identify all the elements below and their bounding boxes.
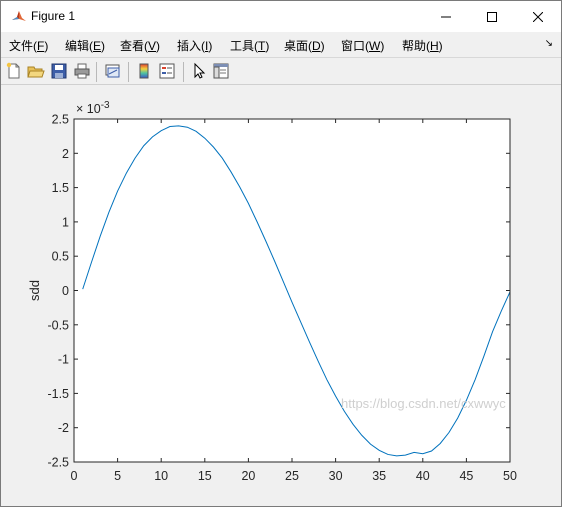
menu-help[interactable]: 帮助(H) bbox=[402, 37, 443, 54]
x-tick-label: 25 bbox=[285, 469, 299, 483]
figure-window: Figure 1 文件(F) 编辑(E) 查看(V) 插入(I) 工具(T) 桌… bbox=[0, 0, 562, 507]
link-plot-icon[interactable] bbox=[104, 62, 122, 80]
y-exponent-label: × 10-3 bbox=[76, 100, 110, 116]
new-figure-icon[interactable] bbox=[5, 62, 23, 80]
x-tick-label: 45 bbox=[459, 469, 473, 483]
toolbar bbox=[1, 57, 561, 85]
x-tick-label: 35 bbox=[372, 469, 386, 483]
print-icon[interactable] bbox=[73, 62, 91, 80]
x-tick-label: 5 bbox=[114, 469, 121, 483]
menu-desktop[interactable]: 桌面(D) bbox=[284, 37, 325, 54]
menu-bar: 文件(F) 编辑(E) 查看(V) 插入(I) 工具(T) 桌面(D) 窗口(W… bbox=[1, 32, 561, 57]
window-title: Figure 1 bbox=[31, 9, 76, 23]
y-tick-label: -0.5 bbox=[47, 318, 69, 332]
colorbar-icon[interactable] bbox=[135, 62, 153, 80]
x-tick-label: 30 bbox=[329, 469, 343, 483]
toolbar-separator bbox=[183, 62, 184, 82]
menu-edit[interactable]: 编辑(E) bbox=[65, 37, 105, 54]
menu-file[interactable]: 文件(F) bbox=[9, 37, 48, 54]
x-tick-label: 0 bbox=[71, 469, 78, 483]
x-tick-label: 40 bbox=[416, 469, 430, 483]
y-tick-label: 2 bbox=[62, 147, 69, 161]
save-icon[interactable] bbox=[50, 62, 68, 80]
menu-tools[interactable]: 工具(T) bbox=[230, 37, 269, 54]
y-tick-label: 0 bbox=[62, 284, 69, 298]
menu-window[interactable]: 窗口(W) bbox=[341, 37, 384, 54]
figure-canvas[interactable]: 0 5 10 15 20 25 30 35 40 45 50 2.5 2 1.5 1 0.5 0 -0.5 -1 -… bbox=[1, 86, 561, 506]
property-editor-icon[interactable] bbox=[212, 62, 230, 80]
open-icon[interactable] bbox=[27, 62, 45, 80]
title-bar[interactable]: Figure 1 bbox=[1, 1, 561, 32]
y-axis-label: sdd bbox=[27, 280, 42, 301]
matlab-logo-icon bbox=[11, 9, 27, 25]
close-button[interactable] bbox=[515, 1, 561, 32]
minimize-icon bbox=[441, 16, 451, 17]
y-tick-label: 0.5 bbox=[52, 250, 69, 264]
x-tick-label: 50 bbox=[503, 469, 517, 483]
legend-icon[interactable] bbox=[158, 62, 176, 80]
x-tick-label: 20 bbox=[241, 469, 255, 483]
menu-view[interactable]: 查看(V) bbox=[120, 37, 160, 54]
toolbar-separator bbox=[96, 62, 97, 82]
y-tick-label: 2.5 bbox=[52, 113, 69, 127]
maximize-icon bbox=[487, 11, 497, 22]
x-tick-label: 15 bbox=[198, 469, 212, 483]
watermark-text: https://blog.csdn.net/cxwwyc bbox=[341, 396, 506, 411]
menu-insert[interactable]: 插入(I) bbox=[177, 37, 212, 54]
y-tick-label: 1.5 bbox=[52, 181, 69, 195]
x-tick-labels: 0 5 10 15 20 25 30 35 40 45 50 bbox=[71, 469, 517, 483]
maximize-button[interactable] bbox=[469, 1, 515, 32]
minimize-button[interactable] bbox=[423, 1, 469, 32]
y-tick-label: -2.5 bbox=[47, 456, 69, 470]
menu-overflow-icon[interactable]: ↘ bbox=[545, 38, 553, 49]
y-tick-labels: 2.5 2 1.5 1 0.5 0 -0.5 -1 -1.5 -2 -2.5 bbox=[47, 113, 69, 470]
x-tick-label: 10 bbox=[154, 469, 168, 483]
y-tick-label: 1 bbox=[62, 215, 69, 229]
pointer-icon[interactable] bbox=[190, 62, 208, 80]
close-icon bbox=[533, 11, 543, 22]
y-tick-label: -2 bbox=[58, 421, 69, 435]
line-plot[interactable]: 0 5 10 15 20 25 30 35 40 45 50 2.5 2 1.5 1 0.5 0 -0.5 -1 -… bbox=[1, 86, 561, 506]
y-tick-label: -1 bbox=[58, 353, 69, 367]
toolbar-separator bbox=[128, 62, 129, 82]
y-tick-label: -1.5 bbox=[47, 387, 69, 401]
